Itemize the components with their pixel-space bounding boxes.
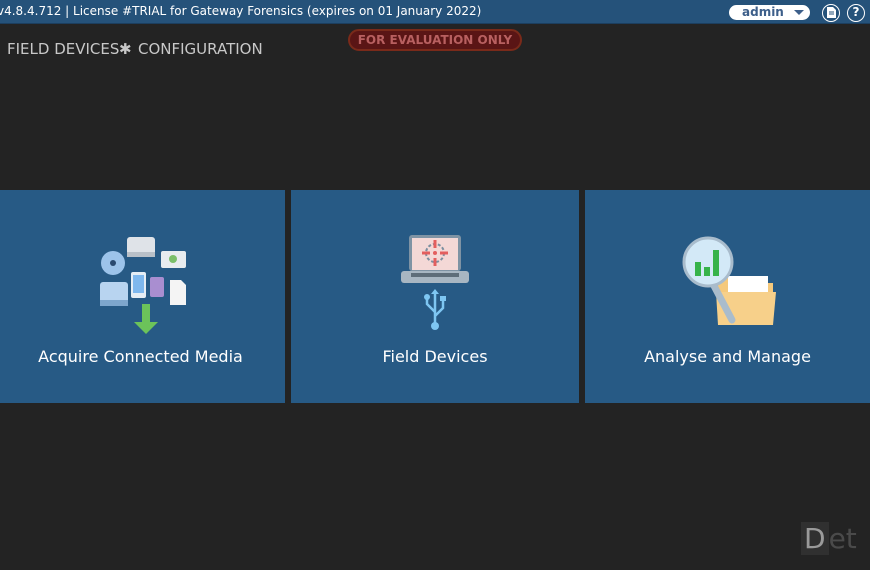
title-bar: v4.8.4.712 | License #TRIAL for Gateway … [0,0,870,24]
laptop-usb-icon [401,235,469,330]
magnifier-folder-icon [682,236,776,325]
gear-icon[interactable]: ✱ [119,40,132,58]
brand-logo: Det [801,522,857,555]
license-text: v4.8.4.712 | License #TRIAL for Gateway … [0,4,482,18]
media-devices-icon [99,237,186,334]
evaluation-badge: FOR EVALUATION ONLY [348,29,522,51]
logo-initial: D [801,522,829,555]
user-dropdown[interactable]: admin [729,5,810,20]
tile-acquire-connected-media[interactable]: Acquire Connected Media [0,190,285,403]
logo-rest: et [828,522,857,555]
nav-field-devices[interactable]: FIELD DEVICES [7,40,119,58]
tile-label: Analyse and Manage [644,347,811,366]
tile-label: Field Devices [382,347,488,366]
report-icon[interactable] [822,4,840,22]
user-name: admin [742,5,784,19]
tile-field-devices[interactable]: Field Devices [291,190,579,403]
tile-analyse-and-manage[interactable]: Analyse and Manage [585,190,870,403]
nav-configuration[interactable]: CONFIGURATION [138,40,263,58]
help-icon[interactable]: ? [847,4,865,22]
chevron-down-icon [794,10,804,15]
tile-label: Acquire Connected Media [38,347,243,366]
